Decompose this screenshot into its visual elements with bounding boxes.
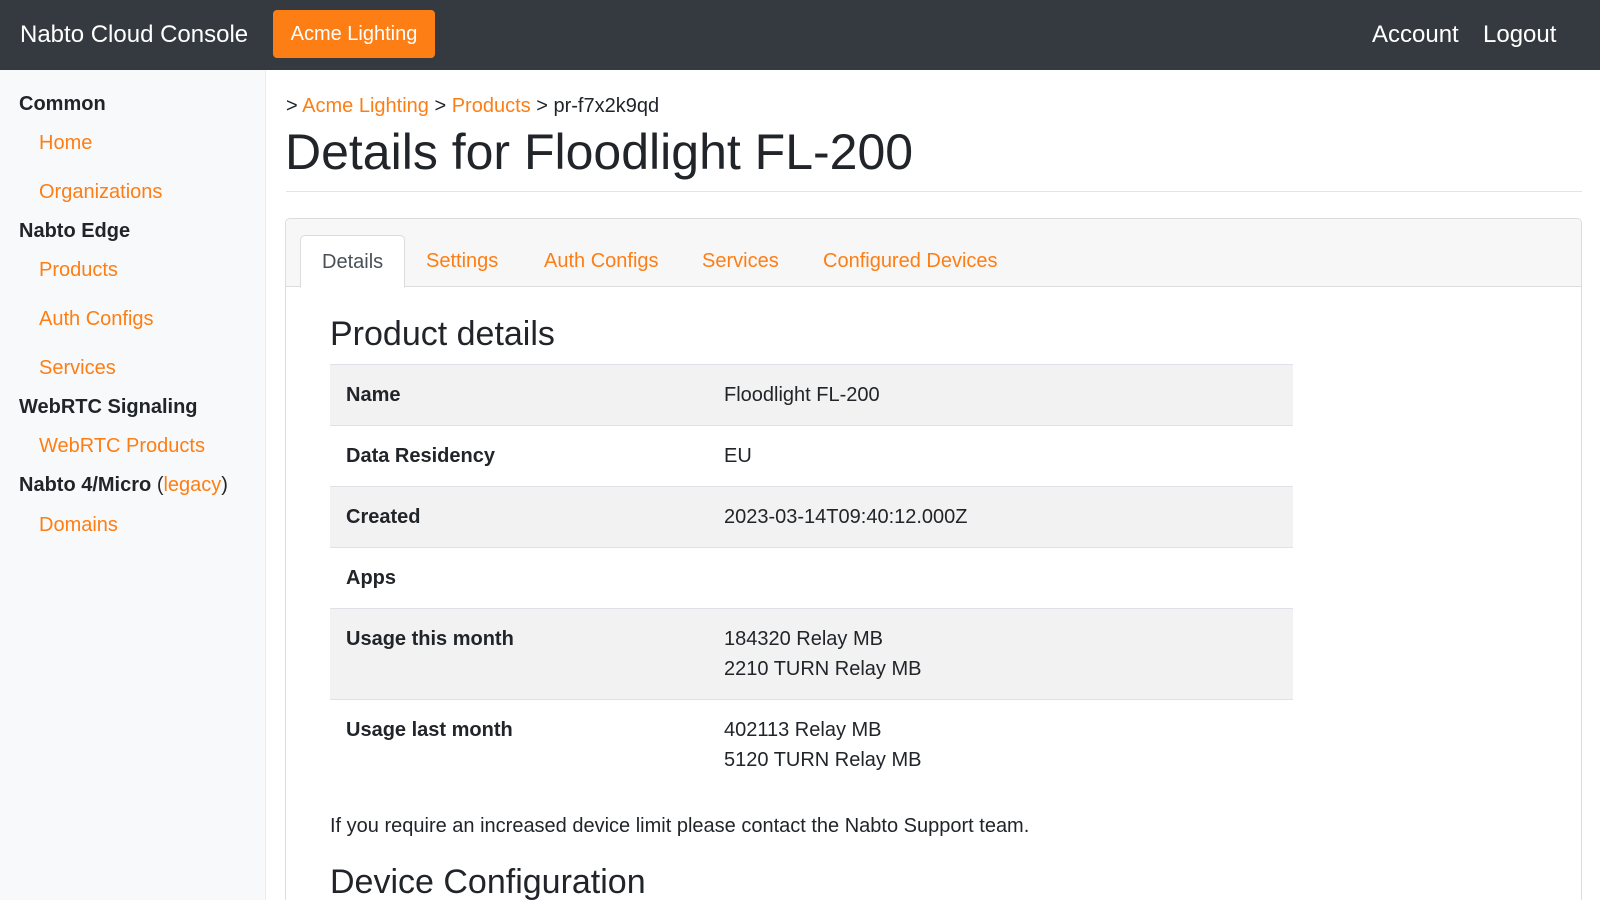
row-label: Usage last month <box>330 699 724 790</box>
tab-settings[interactable]: Settings <box>426 235 498 287</box>
tab-configured-devices[interactable]: Configured Devices <box>823 235 998 287</box>
breadcrumb-separator: > <box>536 95 548 117</box>
breadcrumb: > Acme Lighting > Products > pr-f7x2k9qd <box>286 94 659 118</box>
tab-auth-configs[interactable]: Auth Configs <box>544 235 659 287</box>
device-configuration-title: Device Configuration <box>330 863 646 900</box>
product-details-title: Product details <box>330 315 555 353</box>
row-label: Name <box>330 364 724 426</box>
sidebar-heading-nabto-4-micro-text: Nabto 4/Micro <box>19 474 152 496</box>
table-row: Apps <box>330 547 1293 609</box>
row-label: Usage this month <box>330 608 724 700</box>
breadcrumb-current: pr-f7x2k9qd <box>553 95 660 117</box>
row-value: 184320 Relay MB 2210 TURN Relay MB <box>724 608 1293 700</box>
sidebar-item-organizations[interactable]: Organizations <box>39 180 162 204</box>
title-divider <box>286 191 1582 192</box>
account-link[interactable]: Account <box>1372 20 1459 50</box>
page-title: Details for Floodlight FL-200 <box>285 124 914 180</box>
product-details-table: Name Floodlight FL-200 Data Residency EU… <box>330 364 1293 790</box>
sidebar-item-home[interactable]: Home <box>39 131 92 155</box>
row-value <box>724 547 1293 609</box>
row-label: Apps <box>330 547 724 609</box>
logout-link[interactable]: Logout <box>1483 20 1556 50</box>
sidebar-heading-webrtc-signaling: WebRTC Signaling <box>19 396 198 418</box>
row-value-line: 2023-03-14T09:40:12.000Z <box>724 506 968 528</box>
device-limit-notice: If you require an increased device limit… <box>330 815 1030 837</box>
breadcrumb-separator: > <box>286 95 298 117</box>
sidebar-heading-nabto-edge: Nabto Edge <box>19 220 131 242</box>
row-value-line: 2210 TURN Relay MB <box>724 658 922 680</box>
tab-bar: Details Settings Auth Configs Services C… <box>286 219 1581 288</box>
row-value-line: Floodlight FL-200 <box>724 384 880 406</box>
sidebar-item-auth-configs[interactable]: Auth Configs <box>39 307 154 331</box>
row-value: 402113 Relay MB 5120 TURN Relay MB <box>724 699 1293 790</box>
breadcrumb-separator: > <box>434 95 447 117</box>
legacy-paren-close: ) <box>221 474 228 496</box>
row-value-line: 5120 TURN Relay MB <box>724 749 922 771</box>
row-label: Created <box>330 486 724 548</box>
table-row: Created 2023-03-14T09:40:12.000Z <box>330 486 1293 548</box>
brand-link[interactable]: Nabto Cloud Console <box>20 20 248 50</box>
tab-details[interactable]: Details <box>300 235 406 288</box>
sidebar-heading-nabto-4-micro: Nabto 4/Micro (legacy) <box>19 473 228 497</box>
row-label: Data Residency <box>330 425 724 487</box>
tab-services[interactable]: Services <box>702 235 779 287</box>
sidebar-item-domains[interactable]: Domains <box>39 513 118 537</box>
table-row: Name Floodlight FL-200 <box>330 364 1293 426</box>
legacy-link[interactable]: legacy <box>163 474 221 496</box>
row-value: Floodlight FL-200 <box>724 364 1293 426</box>
sidebar-item-services[interactable]: Services <box>39 356 116 380</box>
table-row: Usage this month 184320 Relay MB 2210 TU… <box>330 608 1293 700</box>
table-row: Data Residency EU <box>330 425 1293 487</box>
organization-button[interactable]: Acme Lighting <box>273 10 435 58</box>
top-navbar: Nabto Cloud Console Acme Lighting Accoun… <box>0 0 1600 70</box>
sidebar-heading-common: Common <box>19 93 106 115</box>
row-value-line: EU <box>724 445 752 467</box>
row-value: EU <box>724 425 1293 487</box>
breadcrumb-products-link[interactable]: Products <box>452 95 531 117</box>
sidebar-item-webrtc-products[interactable]: WebRTC Products <box>39 434 205 458</box>
sidebar-item-products[interactable]: Products <box>39 258 118 282</box>
breadcrumb-org-link[interactable]: Acme Lighting <box>302 95 429 117</box>
row-value-line: 402113 Relay MB <box>724 719 882 741</box>
table-row: Usage last month 402113 Relay MB 5120 TU… <box>330 699 1293 790</box>
row-value: 2023-03-14T09:40:12.000Z <box>724 486 1293 548</box>
row-value-line: 184320 Relay MB <box>724 628 883 650</box>
